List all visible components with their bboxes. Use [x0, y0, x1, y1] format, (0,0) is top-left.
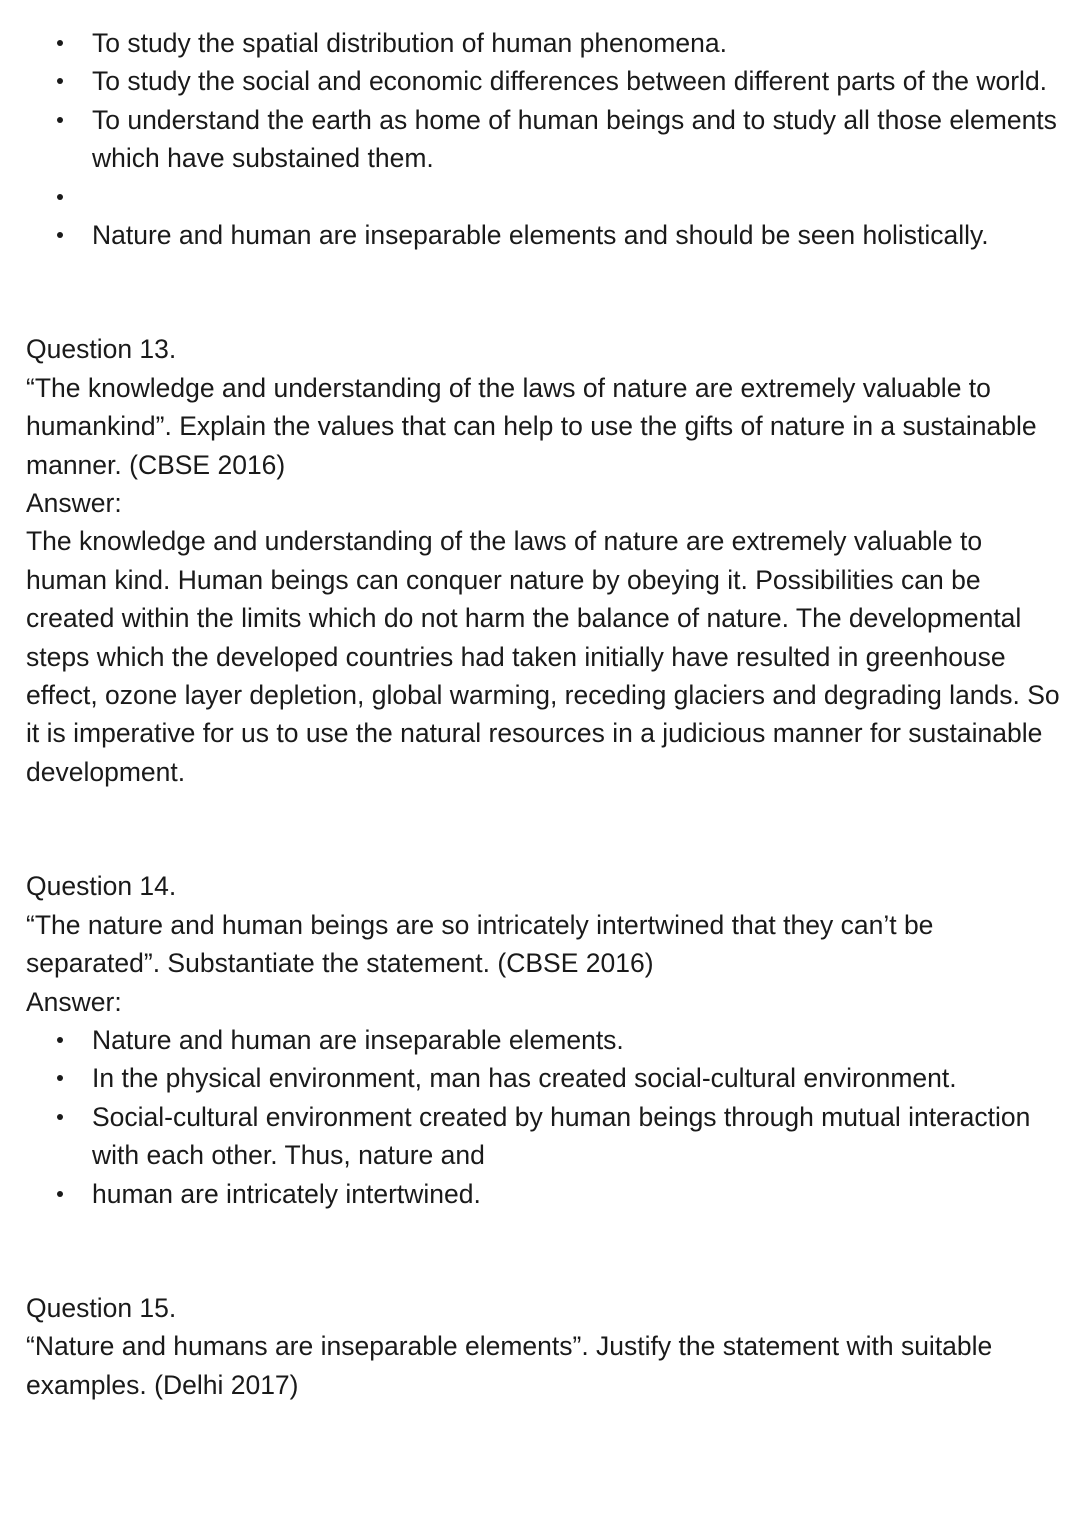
question-heading: Question 13. — [26, 334, 177, 365]
bullet-dot-icon — [57, 116, 63, 123]
bullet-dot-icon — [57, 40, 63, 46]
list-item: Nature and human are inseparable element… — [26, 1021, 1066, 1059]
bullet-dot-icon — [57, 193, 63, 200]
answer-bullet-list: Nature and human are inseparable element… — [26, 1021, 1066, 1213]
bullet-dot-icon — [57, 232, 63, 239]
list-item: To study the spatial distribution of hum… — [26, 24, 1066, 62]
list-item-text: In the physical environment, man has cre… — [92, 1063, 957, 1094]
question-heading: Question 15. — [26, 1292, 177, 1323]
list-item: human are intricately intertwined. — [26, 1175, 1066, 1213]
answer-label: Answer: — [26, 488, 122, 519]
question-text: “The knowledge and understanding of the … — [26, 372, 1037, 480]
list-item-text: To study the spatial distribution of hum… — [92, 28, 727, 58]
question-text: “Nature and humans are inseparable eleme… — [26, 1331, 993, 1400]
list-item: Nature and human are inseparable element… — [26, 216, 1066, 254]
intro-bullet-list: To study the spatial distribution of hum… — [26, 24, 1066, 254]
bullet-dot-icon — [57, 1036, 63, 1043]
question-heading: Question 14. — [26, 871, 177, 902]
question-13: Question 13. “The knowledge and understa… — [26, 330, 1066, 791]
list-item-text: Nature and human are inseparable element… — [92, 220, 989, 251]
bullet-dot-icon — [57, 1075, 63, 1082]
list-item-text: Nature and human are inseparable element… — [92, 1024, 624, 1055]
list-item — [26, 178, 1066, 216]
answer-text: The knowledge and understanding of the l… — [26, 526, 1060, 787]
question-14: Question 14. “The nature and human being… — [26, 867, 1066, 1213]
document-page: To study the spatial distribution of hum… — [26, 24, 1066, 1404]
answer-label: Answer: — [26, 986, 122, 1017]
question-15: Question 15. “Nature and humans are inse… — [26, 1289, 1066, 1404]
list-item-text: To study the social and economic differe… — [92, 66, 1048, 97]
list-item-text: To understand the earth as home of human… — [92, 104, 1057, 174]
question-text: “The nature and human beings are so intr… — [26, 909, 934, 979]
list-item: To study the social and economic differe… — [26, 62, 1066, 100]
list-item-text: Social-cultural environment created by h… — [92, 1101, 1031, 1171]
list-item: Social-cultural environment created by h… — [26, 1098, 1066, 1175]
bullet-dot-icon — [57, 1190, 63, 1197]
list-item: To understand the earth as home of human… — [26, 101, 1066, 178]
bullet-dot-icon — [57, 78, 63, 85]
bullet-dot-icon — [57, 1113, 63, 1120]
list-item-text: human are intricately intertwined. — [92, 1178, 481, 1209]
list-item: In the physical environment, man has cre… — [26, 1059, 1066, 1097]
